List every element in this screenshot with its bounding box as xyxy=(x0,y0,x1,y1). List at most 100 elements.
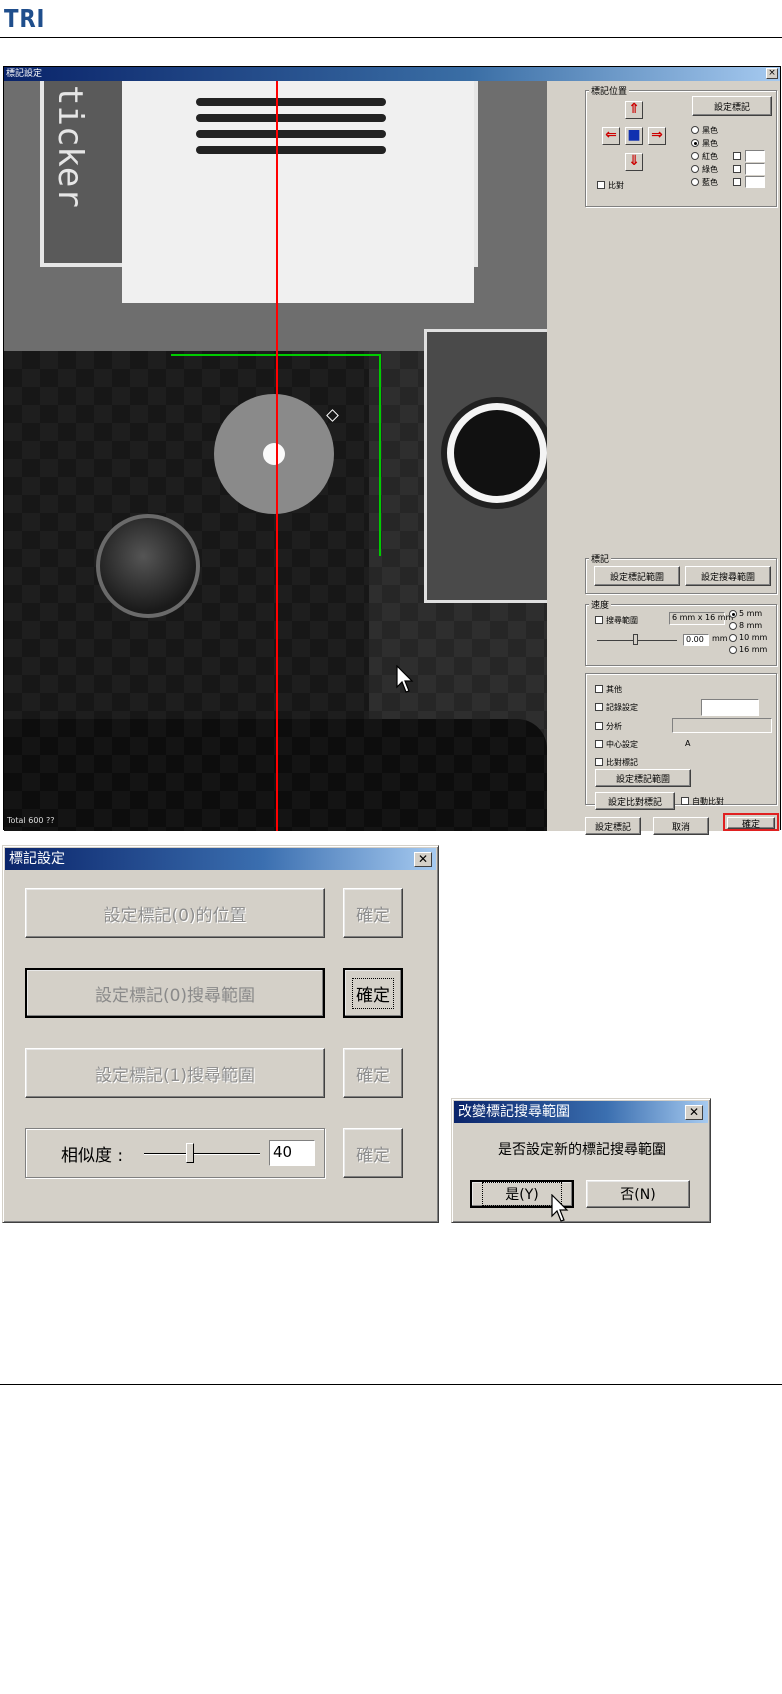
dialog-title-bar: 標記設定 xyxy=(5,848,436,870)
ok-button[interactable]: 確定 xyxy=(727,817,775,829)
value-a: A xyxy=(685,739,691,748)
radio-label: 10 mm xyxy=(739,633,768,642)
color-radio[interactable] xyxy=(691,165,699,173)
checkbox-label: 分析 xyxy=(606,722,622,731)
radio-label: 8 mm xyxy=(739,621,763,630)
color-radio[interactable] xyxy=(691,178,699,186)
slider-thumb[interactable] xyxy=(633,634,638,645)
set-mark1-search-range-button[interactable]: 設定標記(1)搜尋範圍 xyxy=(25,1048,325,1098)
crosshair-line xyxy=(276,81,278,831)
mouse-cursor-icon xyxy=(551,1194,569,1222)
option-checkbox[interactable] xyxy=(733,178,741,186)
arrow-left-button[interactable]: ⇐ xyxy=(602,127,620,145)
speed-radio[interactable] xyxy=(729,646,737,654)
option-checkbox[interactable] xyxy=(733,152,741,160)
mounting-hole xyxy=(447,403,547,503)
window-title: 標記設定 xyxy=(6,69,43,79)
close-button[interactable]: ✕ xyxy=(685,1105,703,1120)
option-checkbox[interactable] xyxy=(733,165,741,173)
set-mark-range-button-2[interactable]: 設定標記範圍 xyxy=(595,769,691,787)
color-radio[interactable] xyxy=(691,152,699,160)
radio-label: 5 mm xyxy=(739,609,763,618)
close-button[interactable]: ✕ xyxy=(414,852,432,867)
set-search-range-button[interactable]: 設定搜尋範圍 xyxy=(685,566,771,586)
option-checkbox[interactable] xyxy=(595,758,603,766)
search-range-label: 搜尋範圍 xyxy=(606,616,638,625)
barcode-bar xyxy=(196,130,386,138)
value-field[interactable] xyxy=(745,163,765,175)
main-window: 標記設定 × ticker Total 600 ?? 標記位置 ⇑ ⇐ ■ ⇒ … xyxy=(3,66,781,835)
set-compare-mark-button[interactable]: 設定比對標記 xyxy=(595,792,675,810)
set-mark-footer-button[interactable]: 設定標記 xyxy=(585,817,641,835)
checkbox-label: 中心設定 xyxy=(606,740,638,749)
radio-label: 綠色 xyxy=(702,165,718,174)
radio-label: 紅色 xyxy=(702,152,718,161)
confirm-label: 確定 xyxy=(352,977,394,1009)
set-mark0-position-button[interactable]: 設定標記(0)的位置 xyxy=(25,888,325,938)
speed-field[interactable]: 0.00 xyxy=(683,634,709,646)
header-rule xyxy=(0,37,782,38)
confirm-message: 是否設定新的標記搜尋範圍 xyxy=(498,1142,666,1158)
record-field[interactable] xyxy=(701,699,759,716)
search-range-checkbox[interactable] xyxy=(595,616,603,624)
group-label: 標記 xyxy=(589,552,612,565)
checkbox-label: 比對標記 xyxy=(606,758,638,767)
title-bar: 標記設定 × xyxy=(4,67,780,81)
radio-label: 黑色 xyxy=(702,139,718,148)
radio-label: 16 mm xyxy=(739,645,768,654)
status-text: Total 600 ?? xyxy=(7,816,55,825)
radio-label: 黑色 xyxy=(702,126,718,135)
confirm-title: 改變標記搜尋範圍 xyxy=(458,1104,570,1120)
group-label: 速度 xyxy=(589,598,612,611)
confirm-button-active[interactable]: 確定 xyxy=(343,968,403,1018)
similarity-input[interactable]: 40 xyxy=(269,1140,315,1166)
option-checkbox[interactable] xyxy=(595,703,603,711)
similarity-thumb[interactable] xyxy=(186,1143,195,1163)
cancel-button[interactable]: 取消 xyxy=(653,817,709,835)
analysis-field[interactable] xyxy=(672,718,772,733)
option-checkbox[interactable] xyxy=(595,740,603,748)
auto-compare-label: 自動比對 xyxy=(692,797,724,806)
no-button[interactable]: 否(N) xyxy=(586,1180,690,1208)
size-combo[interactable]: 6 mm x 16 mm xyxy=(669,612,733,625)
camera-view[interactable]: ticker Total 600 ?? xyxy=(4,81,547,831)
set-mark0-search-range-button[interactable]: 設定標記(0)搜尋範圍 xyxy=(25,968,325,1018)
option-checkbox[interactable] xyxy=(595,722,603,730)
yes-label: 是(Y) xyxy=(482,1182,562,1206)
compare-checkbox[interactable] xyxy=(597,181,605,189)
auto-compare-checkbox[interactable] xyxy=(681,797,689,805)
barcode-bar xyxy=(196,114,386,122)
sticker-text: ticker xyxy=(50,85,90,208)
mouse-cursor-icon xyxy=(397,1666,417,1694)
mark-settings-dialog: 標記設定 ✕ 設定標記(0)的位置 確定 設定標記(0)搜尋範圍 確定 設定標記… xyxy=(2,845,439,1223)
set-mark-range-button[interactable]: 設定標記範圍 xyxy=(594,566,680,586)
dialog-title: 標記設定 xyxy=(9,851,65,867)
lock-button[interactable]: ■ xyxy=(625,127,643,145)
group-label: 標記位置 xyxy=(589,84,630,97)
confirm-dialog: 改變標記搜尋範圍 ✕ 是否設定新的標記搜尋範圍 是(Y) 否(N) xyxy=(451,1098,711,1223)
checkbox-label: 其他 xyxy=(606,685,622,694)
set-mark-button[interactable]: 設定標記 xyxy=(692,96,772,116)
value-field[interactable] xyxy=(745,176,765,188)
color-radio[interactable] xyxy=(691,126,699,134)
confirm-button[interactable]: 確定 xyxy=(343,888,403,938)
radio-label: 藍色 xyxy=(702,178,718,187)
via-circle xyxy=(96,514,200,618)
similarity-label: 相似度 : xyxy=(61,1146,124,1166)
value-field[interactable] xyxy=(745,150,765,162)
arrow-up-button[interactable]: ⇑ xyxy=(625,101,643,119)
arrow-down-button[interactable]: ⇓ xyxy=(625,153,643,171)
footer-rule xyxy=(0,1384,782,1385)
speed-radio[interactable] xyxy=(729,634,737,642)
mouse-cursor-icon xyxy=(396,665,414,693)
logo: TRI xyxy=(4,4,46,33)
similarity-confirm-button[interactable]: 確定 xyxy=(343,1128,403,1178)
color-radio[interactable] xyxy=(691,139,699,147)
speed-radio[interactable] xyxy=(729,622,737,630)
speed-radio[interactable] xyxy=(729,610,737,618)
confirm-button[interactable]: 確定 xyxy=(343,1048,403,1098)
compare-label: 比對 xyxy=(608,181,624,190)
option-checkbox[interactable] xyxy=(595,685,603,693)
arrow-right-button[interactable]: ⇒ xyxy=(648,127,666,145)
close-button[interactable]: × xyxy=(766,68,778,79)
